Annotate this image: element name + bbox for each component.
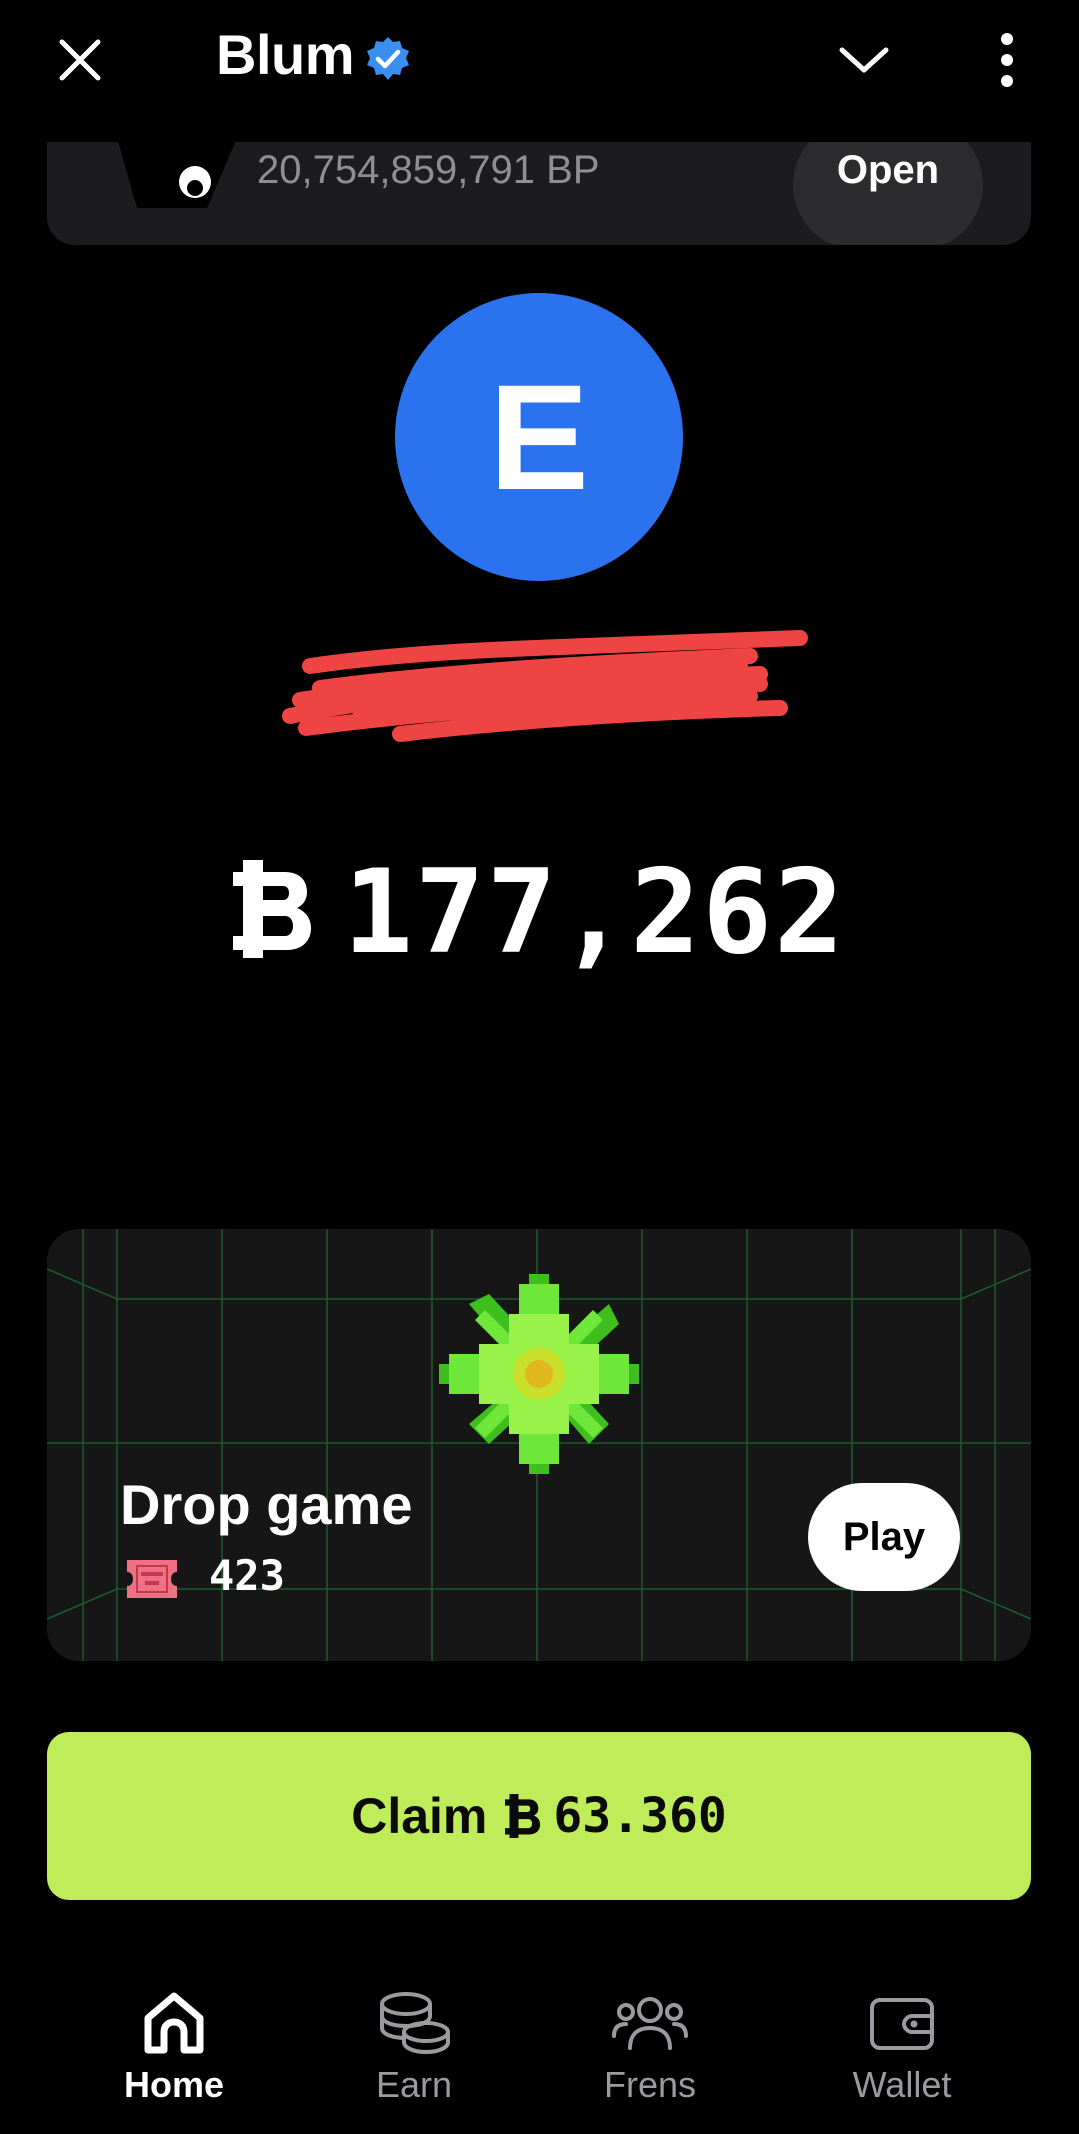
wallet-icon	[870, 1998, 934, 2050]
blum-coin-icon	[233, 860, 312, 958]
nav-label-frens: Frens	[603, 2064, 697, 2105]
avatar: E	[395, 293, 683, 581]
bottom-nav: Home Earn Frens Wallet	[0, 1970, 1079, 2134]
friends-icon	[612, 1997, 688, 2050]
close-icon[interactable]	[52, 32, 108, 88]
app-header: Blum	[0, 0, 1079, 142]
claim-label: Claim	[351, 1788, 488, 1844]
clover-star-icon	[439, 1274, 639, 1474]
drop-game-title: Drop game	[120, 1473, 413, 1536]
chevron-down-icon[interactable]	[836, 40, 892, 80]
redacted-username	[282, 630, 808, 742]
nav-wallet[interactable]: Wallet	[792, 1970, 1012, 2105]
more-vertical-icon[interactable]	[990, 30, 1024, 90]
nav-earn[interactable]: Earn	[304, 1970, 524, 2105]
ticket-count: 423	[209, 1551, 285, 1600]
ticket-icon	[127, 1560, 177, 1598]
ghost-icon	[117, 138, 237, 208]
nav-label-wallet: Wallet	[852, 2064, 952, 2105]
home-icon	[144, 1992, 204, 2054]
claim-button[interactable]: Claim 63.360	[47, 1732, 1031, 1900]
drop-game-card[interactable]: Drop game 423 Play	[47, 1229, 1031, 1661]
nav-label-earn: Earn	[375, 2064, 453, 2105]
claim-amount: 63.360	[553, 1788, 727, 1844]
coins-icon	[380, 1992, 450, 2055]
points-value: 20,754,859,791 BP	[257, 148, 600, 192]
blum-coin-icon	[505, 1793, 541, 1839]
app-title: Blum	[216, 23, 355, 86]
balance-amount: 177,262	[343, 845, 846, 980]
nav-label-home: Home	[123, 2064, 225, 2105]
blum-home-screen: 20,754,859,791 BP Open Blum E 177,262 Dr…	[0, 0, 1079, 2134]
nav-frens[interactable]: Frens	[540, 1970, 760, 2105]
verified-badge-icon	[367, 37, 409, 80]
balance: 177,262	[0, 845, 1079, 980]
play-button[interactable]: Play	[808, 1483, 960, 1591]
nav-home[interactable]: Home	[64, 1970, 284, 2105]
